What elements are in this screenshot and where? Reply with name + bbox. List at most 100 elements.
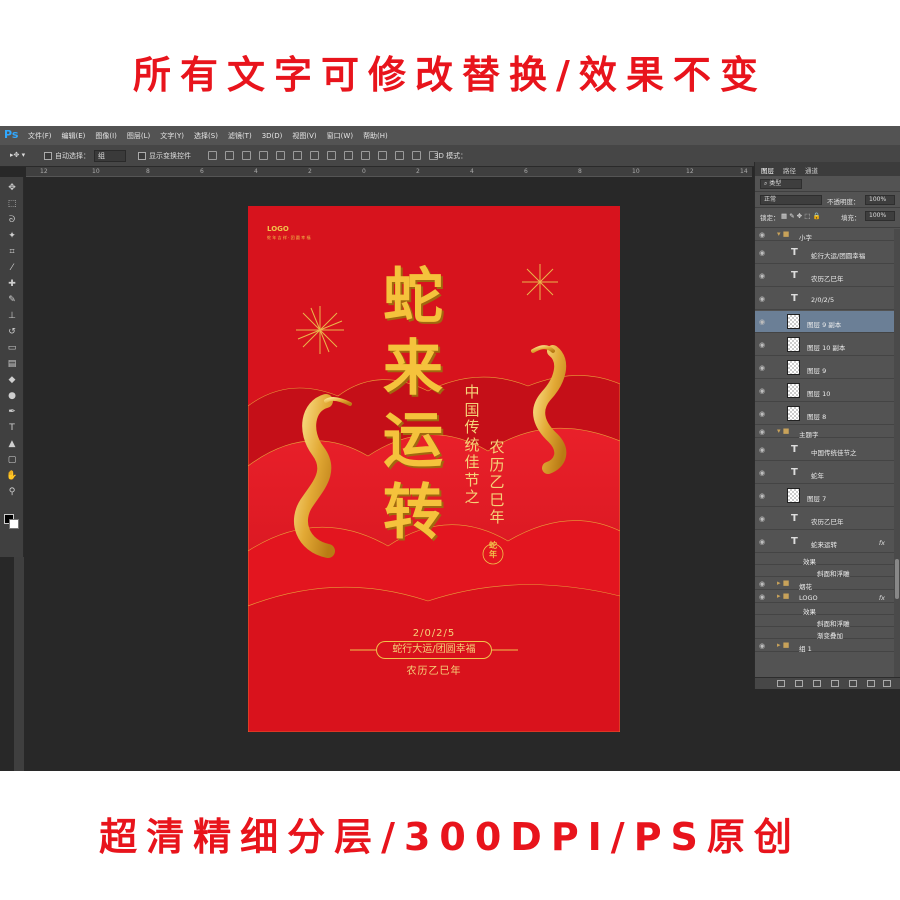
marquee-tool-icon[interactable]: ⬚ <box>6 199 18 209</box>
layer-row[interactable]: ◉ 图层 7 <box>755 485 895 507</box>
filter-kind-dropdown[interactable]: ⌕ 类型 <box>760 179 802 189</box>
fx-badge-icon[interactable]: fx <box>879 539 885 547</box>
eye-icon[interactable]: ◉ <box>759 446 765 454</box>
layer-row[interactable]: 效果 <box>755 604 895 616</box>
show-transform-checkbox[interactable] <box>138 152 146 160</box>
layer-row[interactable]: 斜面和浮雕 <box>755 616 895 628</box>
magic-wand-icon[interactable]: ✦ <box>6 231 18 241</box>
tab-layers[interactable]: 图层 <box>761 165 774 175</box>
eye-icon[interactable]: ◉ <box>759 515 765 523</box>
eye-icon[interactable]: ◉ <box>759 593 765 601</box>
zoom-tool-icon[interactable]: ⚲ <box>6 487 18 497</box>
blur-tool-icon[interactable]: ◆ <box>6 375 18 385</box>
menu-item[interactable]: 编辑(E) <box>62 131 86 141</box>
align-icon[interactable] <box>208 151 217 160</box>
pen-tool-icon[interactable]: ✒ <box>6 407 18 417</box>
dodge-tool-icon[interactable]: ● <box>6 391 18 401</box>
align-icon[interactable] <box>412 151 421 160</box>
align-icon[interactable] <box>361 151 370 160</box>
menu-item[interactable]: 选择(S) <box>194 131 218 141</box>
folder-icon[interactable]: ▸ ■ <box>777 641 789 649</box>
menu-item[interactable]: 图像(I) <box>95 131 117 141</box>
opacity-input[interactable]: 100% <box>865 195 895 205</box>
move-tool-icon[interactable]: ✥ <box>6 183 18 193</box>
layer-row[interactable]: ◉ T 中国传统佳节之 <box>755 439 895 461</box>
fx-badge-icon[interactable]: fx <box>879 594 885 602</box>
layer-row[interactable]: 渐变叠加 <box>755 628 895 640</box>
eye-icon[interactable]: ◉ <box>759 341 765 349</box>
link-layers-icon[interactable] <box>777 680 785 687</box>
layer-row[interactable]: ◉ 图层 10 <box>755 380 895 402</box>
eye-icon[interactable]: ◉ <box>759 428 765 436</box>
scroll-thumb[interactable] <box>895 559 899 599</box>
tab-paths[interactable]: 路径 <box>783 165 796 175</box>
align-icon[interactable] <box>310 151 319 160</box>
eraser-tool-icon[interactable]: ▭ <box>6 343 18 353</box>
tab-channels[interactable]: 通道 <box>805 165 818 175</box>
layer-row[interactable]: ◉ 图层 8 <box>755 403 895 425</box>
lasso-tool-icon[interactable]: ᘐ <box>6 215 18 225</box>
crop-tool-icon[interactable]: ⌗ <box>6 247 18 257</box>
menu-item[interactable]: 3D(D) <box>262 132 283 140</box>
align-icon[interactable] <box>276 151 285 160</box>
eye-icon[interactable]: ◉ <box>759 364 765 372</box>
history-brush-icon[interactable]: ↺ <box>6 327 18 337</box>
layer-row[interactable]: ◉ ▸ ■ 烟花 <box>755 578 895 591</box>
eye-icon[interactable]: ◉ <box>759 580 765 588</box>
menu-item[interactable]: 滤镜(T) <box>228 131 252 141</box>
layer-row[interactable]: ◉ ▸ ■ 组 1 <box>755 640 895 653</box>
align-icon[interactable] <box>225 151 234 160</box>
align-icon[interactable] <box>327 151 336 160</box>
layer-row[interactable]: ◉ 图层 9 副本 <box>755 311 895 333</box>
fx-icon[interactable] <box>795 680 803 687</box>
brush-tool-icon[interactable]: ✎ <box>6 295 18 305</box>
layer-row[interactable]: ◉ ▸ ■ LOGO fx <box>755 591 895 603</box>
type-tool-icon[interactable]: T <box>6 423 18 433</box>
folder-open-icon[interactable]: ▾ ■ <box>777 427 789 435</box>
layer-row[interactable]: ◉ T 蛇年 <box>755 462 895 484</box>
eye-icon[interactable]: ◉ <box>759 410 765 418</box>
eye-icon[interactable]: ◉ <box>759 469 765 477</box>
menu-item[interactable]: 视图(V) <box>292 131 316 141</box>
background-color-swatch[interactable] <box>9 519 19 529</box>
eye-icon[interactable]: ◉ <box>759 387 765 395</box>
eye-icon[interactable]: ◉ <box>759 642 765 650</box>
menu-item[interactable]: 图层(L) <box>127 131 150 141</box>
layers-scrollbar[interactable] <box>894 229 900 677</box>
folder-open-icon[interactable]: ▾ ■ <box>777 230 789 238</box>
align-icon[interactable] <box>259 151 268 160</box>
eye-icon[interactable]: ◉ <box>759 295 765 303</box>
menu-item[interactable]: 文件(F) <box>28 131 52 141</box>
stamp-tool-icon[interactable]: ⊥ <box>6 311 18 321</box>
folder-icon[interactable]: ▸ ■ <box>777 592 789 600</box>
eye-icon[interactable]: ◉ <box>759 272 765 280</box>
path-select-icon[interactable]: ▲ <box>6 439 18 449</box>
eye-icon[interactable]: ◉ <box>759 492 765 500</box>
eyedropper-icon[interactable]: ⁄ <box>6 263 18 273</box>
hand-tool-icon[interactable]: ✋ <box>6 471 18 481</box>
fill-input[interactable]: 100% <box>865 211 895 221</box>
layer-row[interactable]: ◉ T 蛇行大运/团圆幸福 <box>755 242 895 264</box>
folder-icon[interactable]: ▸ ■ <box>777 579 789 587</box>
auto-select-dropdown[interactable]: 组 <box>94 150 126 162</box>
align-icon[interactable] <box>378 151 387 160</box>
layer-row[interactable]: ◉ ▾ ■ 小字 <box>755 229 895 242</box>
new-group-icon[interactable] <box>849 680 857 687</box>
menu-item[interactable]: 帮助(H) <box>363 131 388 141</box>
blend-mode-dropdown[interactable]: 正常 <box>760 195 822 205</box>
layer-row[interactable]: ◉ T 农历乙巳年 <box>755 508 895 530</box>
healing-brush-icon[interactable]: ✚ <box>6 279 18 289</box>
menu-item[interactable]: 文字(Y) <box>160 131 184 141</box>
adjustment-icon[interactable] <box>831 680 839 687</box>
align-icon[interactable] <box>344 151 353 160</box>
layer-row[interactable]: 效果 <box>755 554 895 566</box>
eye-icon[interactable]: ◉ <box>759 318 765 326</box>
menu-item[interactable]: 窗口(W) <box>327 131 353 141</box>
layer-row[interactable]: ◉ T 农历乙巳年 <box>755 265 895 287</box>
align-icon[interactable] <box>395 151 404 160</box>
layer-row[interactable]: ◉ T 蛇来运转 fx <box>755 531 895 553</box>
move-tool-icon[interactable]: ▸✥ ▾ <box>10 151 25 159</box>
layer-row[interactable]: ◉ ▾ ■ 主题字 <box>755 426 895 439</box>
eye-icon[interactable]: ◉ <box>759 249 765 257</box>
new-layer-icon[interactable] <box>867 680 875 687</box>
